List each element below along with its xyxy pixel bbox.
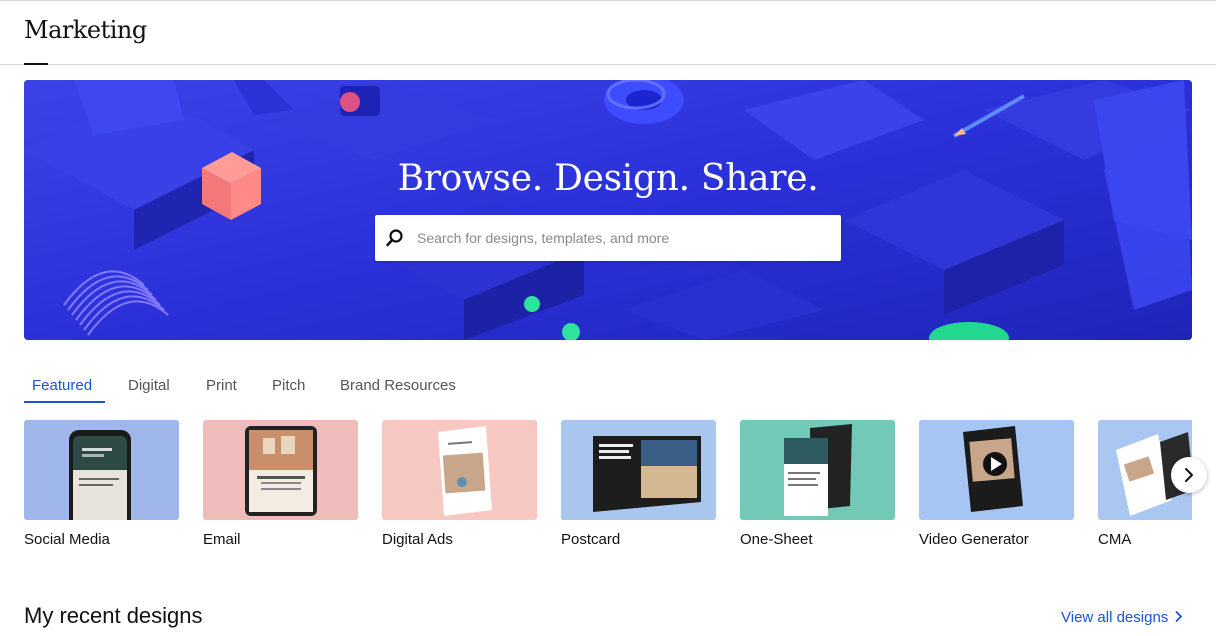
recent-designs-heading: My recent designs xyxy=(24,603,203,628)
chevron-right-icon xyxy=(1175,609,1183,626)
category-label: Digital Ads xyxy=(382,531,453,548)
view-all-designs-link[interactable]: View all designs xyxy=(1061,609,1183,626)
social-media-thumbnail xyxy=(24,420,179,520)
template-carousel: Social Media Email Digital Ads Postcard … xyxy=(24,420,1192,560)
category-label: Social Media xyxy=(24,531,110,548)
view-all-label: View all designs xyxy=(1061,609,1169,626)
tab-print[interactable]: Print xyxy=(206,372,237,404)
hero-illustration xyxy=(24,80,1192,340)
search-input[interactable] xyxy=(417,215,832,261)
category-label: Postcard xyxy=(561,531,621,548)
chevron-right-icon xyxy=(1185,468,1193,482)
category-card-postcard[interactable]: Postcard xyxy=(561,420,716,548)
category-card-social-media[interactable]: Social Media xyxy=(24,420,179,548)
email-thumbnail xyxy=(203,420,358,520)
category-card-video-generator[interactable]: Video Generator xyxy=(919,420,1074,548)
hero-heading: Browse. Design. Share. xyxy=(397,158,819,199)
category-label: CMA xyxy=(1098,531,1132,548)
one-sheet-thumbnail xyxy=(740,420,895,520)
postcard-thumbnail xyxy=(561,420,716,520)
tab-brand-resources[interactable]: Brand Resources xyxy=(340,372,456,404)
search-icon[interactable] xyxy=(385,228,405,248)
search-bar[interactable] xyxy=(375,215,841,261)
video-generator-thumbnail xyxy=(919,420,1074,520)
tab-pitch[interactable]: Pitch xyxy=(272,372,305,404)
category-label: Video Generator xyxy=(919,531,1029,548)
page-title: Marketing xyxy=(24,16,147,44)
digital-ads-thumbnail xyxy=(382,420,537,520)
top-bar: Marketing xyxy=(0,0,1216,65)
category-label: Email xyxy=(203,531,241,548)
carousel-next-button[interactable] xyxy=(1171,457,1207,493)
tab-featured[interactable]: Featured xyxy=(32,372,92,404)
active-tab-indicator xyxy=(24,401,105,403)
category-label: One-Sheet xyxy=(740,531,813,548)
title-underline xyxy=(24,63,48,65)
category-card-email[interactable]: Email xyxy=(203,420,358,548)
tab-digital[interactable]: Digital xyxy=(128,372,170,404)
category-card-digital-ads[interactable]: Digital Ads xyxy=(382,420,537,548)
hero-banner: Browse. Design. Share. xyxy=(24,80,1192,340)
category-card-one-sheet[interactable]: One-Sheet xyxy=(740,420,895,548)
